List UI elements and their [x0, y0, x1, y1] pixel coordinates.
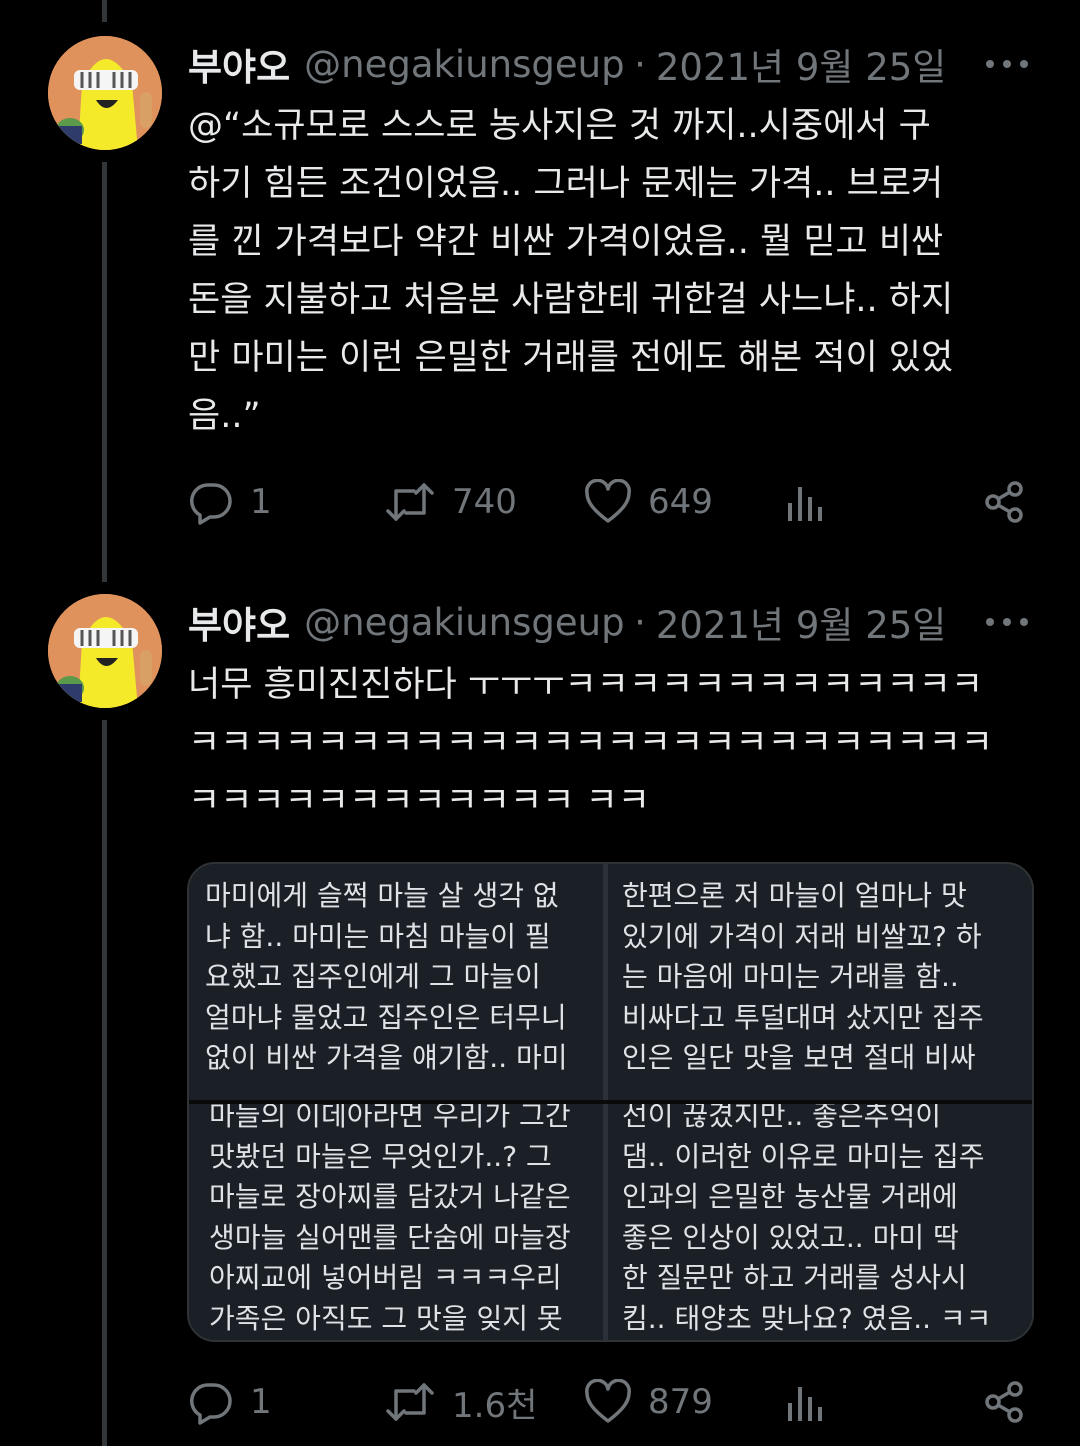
tweet-actions: 1 1.6천 879	[188, 1372, 1038, 1432]
media-text-line: 마미에게 슬쩍 마늘 살 생각 없	[205, 879, 559, 912]
views-icon	[788, 487, 822, 521]
reply-icon	[190, 483, 232, 525]
media-text-line: 마늘로 장아찌를 담갔거 나같은	[209, 1180, 571, 1213]
author-handle[interactable]: @negakiunsgeup	[304, 601, 624, 644]
media-text-line: 킴.. 태양초 맞나요? 였음.. ㅋㅋ	[622, 1301, 992, 1335]
media-text-line: 는 마음에 마미는 거래를 함..	[622, 960, 959, 993]
media-text-line: 한편으론 저 마늘이 얼마나 맛	[622, 879, 967, 912]
author-name[interactable]: 부야오	[188, 37, 290, 91]
tweet-date[interactable]: 2021년 9월 25일	[656, 37, 946, 91]
author-handle[interactable]: @negakiunsgeup	[304, 43, 624, 86]
media-text: 마늘의 이데아라면 우리가 그간 맛봤던 마늘은 무엇인가..? 그 마늘로 장…	[209, 1104, 571, 1339]
media-image-bottom-left[interactable]: 마늘의 이데아라면 우리가 그간 맛봤던 마늘은 무엇인가..? 그 마늘로 장…	[189, 1104, 605, 1340]
tweet-actions: 1 740 649	[188, 472, 1038, 532]
media-text-line: 요했고 집주인에게 그 마늘이	[205, 960, 541, 993]
avatar[interactable]	[48, 36, 162, 150]
share-button[interactable]	[982, 1372, 1028, 1432]
reply-count: 1	[250, 1382, 272, 1422]
media-text-line: 있기에 가격이 저래 비쌀꼬? 하	[622, 919, 982, 953]
media-text: 선이 끊겼지만.. 좋은추억이 댐.. 이러한 이유로 마미는 집주 인과의 은…	[622, 1104, 991, 1339]
like-count: 879	[648, 1382, 713, 1422]
retweet-icon	[386, 1383, 434, 1421]
media-text-line: 마늘의 이데아라면 우리가 그간	[209, 1104, 571, 1132]
media-text-line: 냐 함.. 마미는 마침 마늘이 필	[205, 919, 551, 953]
media-text-line: 없이 비싼 가격을 얘기함.. 마미	[205, 1041, 568, 1074]
tweet-text-line: 너무 흥미진진하다 ㅜㅜㅜㅋㅋㅋㅋㅋㅋㅋㅋㅋㅋㅋㅋㅋ	[188, 665, 984, 705]
media-text-line: 댐.. 이러한 이유로 마미는 집주	[622, 1139, 985, 1173]
media-text: 한편으론 저 마늘이 얼마나 맛 있기에 가격이 저래 비쌀꼬? 하 는 마음에…	[622, 876, 984, 1079]
tweet-1[interactable]: 부야오 @negakiunsgeup · 2021년 9월 25일 @“소규모로…	[0, 0, 1080, 580]
media-text-line: 선이 끊겼지만.. 좋은추억이	[622, 1104, 941, 1132]
media-text-line: 생마늘 실어맨를 단숨에 마늘장	[209, 1220, 571, 1254]
views-button[interactable]	[786, 472, 826, 532]
tweet-header: 부야오 @negakiunsgeup · 2021년 9월 25일	[188, 34, 946, 94]
media-text-line: 인과의 은밀한 농산물 거래에	[622, 1180, 958, 1213]
tweet-text-line: 음..”	[188, 396, 261, 436]
media-text-line: 얼마냐 물었고 집주인은 터무니	[205, 1000, 567, 1034]
tweet-text: @“소규모로 스스로 농사지은 것 까지..시중에서 구 하기 힘든 조건이었음…	[188, 97, 1048, 445]
author-name[interactable]: 부야오	[188, 595, 290, 649]
reply-button[interactable]: 1	[188, 472, 272, 532]
retweet-button[interactable]: 740	[384, 472, 517, 532]
tweet-media-grid[interactable]: 마미에게 슬쩍 마늘 살 생각 없 냐 함.. 마미는 마침 마늘이 필 요했고…	[187, 862, 1034, 1342]
like-icon	[585, 479, 631, 523]
like-button[interactable]: 879	[584, 1372, 713, 1432]
views-icon	[788, 1387, 822, 1421]
like-count: 649	[648, 482, 713, 522]
media-text-line: 좋은 인상이 있었고.. 마미 딱	[622, 1220, 959, 1254]
media-text-line: 인은 일단 맛을 보면 절대 비싸	[622, 1041, 976, 1074]
media-text-line: 비싸다고 투덜대며 샀지만 집주	[622, 1000, 984, 1034]
tweet-text-line: ㅋㅋㅋㅋㅋㅋㅋㅋㅋㅋㅋㅋ ㅋㅋ	[188, 781, 650, 821]
media-text-line: 가족은 아직도 그 맛을 잊지 못	[209, 1301, 563, 1335]
separator-dot: ·	[634, 42, 646, 86]
like-button[interactable]: 649	[584, 472, 713, 532]
separator-dot: ·	[634, 600, 646, 644]
avatar[interactable]	[48, 594, 162, 708]
media-divider-horizontal	[189, 1100, 1032, 1104]
retweet-count: 740	[452, 482, 517, 522]
reply-count: 1	[250, 482, 272, 522]
more-icon[interactable]	[986, 54, 1028, 74]
media-text-line: 아찌교에 넣어버림 ㅋㅋㅋ우리	[209, 1261, 562, 1294]
media-image-top-right[interactable]: 한편으론 저 마늘이 얼마나 맛 있기에 가격이 저래 비쌀꼬? 하 는 마음에…	[608, 864, 1032, 1100]
media-text-line: 한 질문만 하고 거래를 성사시	[622, 1261, 967, 1294]
tweet-text-line: @“소규모로 스스로 농사지은 것 까지..시중에서 구	[188, 106, 931, 146]
media-image-top-left[interactable]: 마미에게 슬쩍 마늘 살 생각 없 냐 함.. 마미는 마침 마늘이 필 요했고…	[189, 864, 605, 1100]
tweet-date[interactable]: 2021년 9월 25일	[656, 595, 946, 649]
share-icon	[985, 1381, 1023, 1423]
media-text-line: 맛봤던 마늘은 무엇인가..? 그	[209, 1139, 552, 1173]
share-button[interactable]	[982, 472, 1028, 532]
media-image-bottom-right[interactable]: 선이 끊겼지만.. 좋은추억이 댐.. 이러한 이유로 마미는 집주 인과의 은…	[608, 1104, 1032, 1340]
tweet-text-line: 만 마미는 이런 은밀한 거래를 전에도 해본 적이 있었	[188, 338, 954, 378]
like-icon	[585, 1379, 631, 1423]
retweet-count: 1.6천	[452, 1385, 538, 1426]
retweet-icon	[386, 483, 434, 521]
share-icon	[985, 481, 1023, 523]
tweet-text-line: ㅋㅋㅋㅋㅋㅋㅋㅋㅋㅋㅋㅋㅋㅋㅋㅋㅋㅋㅋㅋㅋㅋㅋㅋㅋ	[188, 723, 994, 763]
tweet-text-line: 를 낀 가격보다 약간 비싼 가격이었음.. 뭘 믿고 비싼	[188, 222, 944, 262]
reply-button[interactable]: 1	[188, 1372, 272, 1432]
views-button[interactable]	[786, 1372, 826, 1432]
reply-icon	[190, 1383, 232, 1425]
more-icon[interactable]	[986, 612, 1028, 632]
tweet-text-line: 하기 힘든 조건이었음.. 그러나 문제는 가격.. 브로커	[188, 164, 944, 204]
media-text: 마미에게 슬쩍 마늘 살 생각 없 냐 함.. 마미는 마침 마늘이 필 요했고…	[205, 876, 568, 1079]
retweet-button[interactable]: 1.6천	[384, 1372, 537, 1432]
tweet-text-line: 돈을 지불하고 처음본 사람한테 귀한걸 사느냐.. 하지	[188, 280, 954, 320]
tweet-header: 부야오 @negakiunsgeup · 2021년 9월 25일	[188, 592, 946, 652]
tweet-text: 너무 흥미진진하다 ㅜㅜㅜㅋㅋㅋㅋㅋㅋㅋㅋㅋㅋㅋㅋㅋ ㅋㅋㅋㅋㅋㅋㅋㅋㅋㅋㅋㅋㅋ…	[188, 656, 1048, 830]
